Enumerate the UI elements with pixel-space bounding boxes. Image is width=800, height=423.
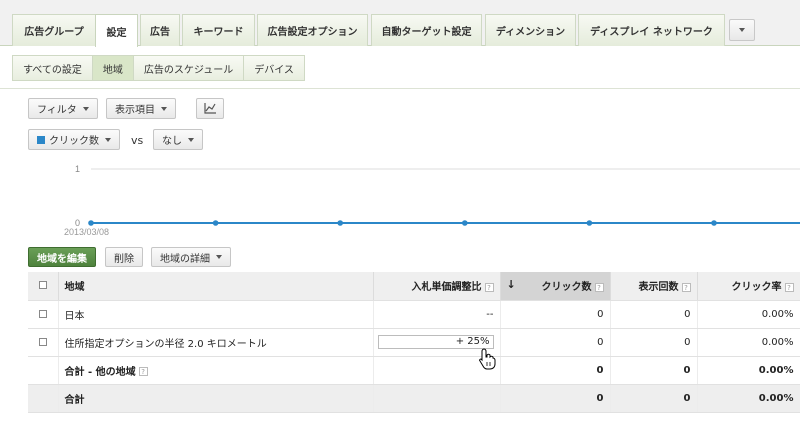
tab-keywords[interactable]: キーワード (182, 14, 255, 46)
hand-pointer-icon (479, 348, 496, 370)
total-ctr: 0.00% (697, 384, 800, 413)
select-all-cell (28, 272, 59, 301)
filter-button[interactable]: フィルタ (28, 98, 98, 119)
subtab-devices[interactable]: デバイス (243, 55, 305, 81)
bid-header-label: 入札単価調整比 (411, 282, 482, 294)
secondary-metric-label: なし (162, 136, 182, 147)
series-color-swatch (37, 135, 45, 144)
column-header-region[interactable]: 地域 (58, 272, 374, 301)
bid-adjustment-editor[interactable]: + 25% (377, 335, 494, 349)
data-point (88, 220, 94, 226)
x-tick-label: 2013/03/08 (64, 227, 109, 237)
subtab-locations[interactable]: 地域 (91, 55, 134, 81)
sort-down-arrow-icon: ↓ (506, 278, 516, 292)
help-icon[interactable]: ? (594, 282, 604, 292)
column-header-impressions[interactable]: 表示回数? (610, 272, 698, 301)
help-icon[interactable]: ? (484, 282, 494, 292)
performance-chart: 102013/03/08 (64, 164, 800, 237)
row-checkbox[interactable] (38, 309, 47, 318)
ctr-cell: 0.00% (697, 328, 800, 357)
column-header-bid-adjustment[interactable]: 入札単価調整比? (373, 272, 501, 301)
chevron-down-icon (216, 255, 222, 259)
subtotal-label: 合計 - 他の地域 (64, 366, 136, 378)
impressions-cell: 0 (610, 328, 698, 357)
total-row: 合計 0 0 0.00% (28, 384, 800, 413)
select-all-checkbox[interactable] (38, 281, 47, 290)
tab-auto-targets[interactable]: 自動ターゲット設定 (371, 14, 482, 46)
clicks-cell: 0 (500, 300, 611, 329)
subtotal-clicks: 0 (500, 356, 611, 385)
impressions-header-label: 表示回数 (638, 282, 679, 294)
primary-metric-label: クリック数 (49, 136, 99, 147)
vs-label: vs (131, 134, 144, 147)
column-header-ctr[interactable]: クリック率? (697, 272, 800, 301)
subtab-all-settings[interactable]: すべての設定 (12, 55, 93, 81)
data-point (462, 220, 468, 226)
ctr-cell: 0.00% (697, 300, 800, 329)
tab-ad-extensions[interactable]: 広告設定オプション (257, 14, 368, 46)
chevron-down-icon (161, 106, 167, 111)
primary-metric-select[interactable]: クリック数 (28, 129, 120, 150)
filter-label: フィルタ (37, 105, 77, 116)
bid-cell: -- (373, 300, 501, 329)
region-cell: 日本 (58, 300, 374, 329)
settings-subtabs: すべての設定 地域 広告のスケジュール デバイス (12, 55, 305, 81)
clicks-header-label: クリック数 (541, 282, 592, 294)
tab-settings[interactable]: 設定 (95, 14, 138, 47)
y-tick-label: 1 (75, 164, 80, 174)
subtotal-impressions: 0 (610, 356, 698, 385)
chevron-down-icon (105, 137, 111, 142)
ctr-header-label: クリック率 (731, 282, 782, 294)
data-point (337, 220, 344, 226)
column-header-clicks[interactable]: ↓ クリック数? (500, 272, 611, 301)
total-impressions: 0 (610, 384, 698, 413)
edit-locations-button[interactable]: 地域を編集 (28, 247, 96, 267)
total-clicks: 0 (500, 384, 611, 413)
chart-toggle-button[interactable] (196, 98, 224, 119)
data-point (212, 220, 219, 226)
chevron-down-icon (188, 137, 194, 142)
delete-button[interactable]: 削除 (105, 247, 143, 267)
table-row: 住所指定オプションの半径 2.0 キロメートル + 25% 0 0 0.00% (28, 328, 800, 357)
help-icon[interactable]: ? (681, 282, 691, 292)
campaign-tabs: 広告グループ 設定 広告 キーワード 広告設定オプション 自動ターゲット設定 デ… (0, 0, 800, 47)
line-chart-icon (203, 103, 216, 114)
region-cell: 住所指定オプションの半径 2.0 キロメートル (58, 328, 374, 357)
row-checkbox[interactable] (38, 337, 47, 346)
location-details-button[interactable]: 地域の詳細 (151, 247, 231, 267)
location-details-label: 地域の詳細 (160, 253, 210, 265)
total-label: 合計 (58, 384, 374, 413)
locations-table: 地域 入札単価調整比? ↓ クリック数? 表示回数? クリック率? 日本 -- 0… (28, 272, 800, 413)
subtotal-row: 合計 - 他の地域? 0 0 0.00% (28, 356, 800, 385)
columns-button[interactable]: 表示項目 (106, 98, 176, 119)
tab-display-network[interactable]: ディスプレイ ネットワーク (578, 14, 725, 46)
secondary-metric-select[interactable]: なし (153, 129, 203, 150)
more-tabs-button[interactable] (729, 19, 755, 41)
subtotal-ctr: 0.00% (697, 356, 800, 385)
table-header-row: 地域 入札単価調整比? ↓ クリック数? 表示回数? クリック率? (28, 272, 800, 301)
chevron-down-icon (739, 28, 745, 32)
tab-ad-groups[interactable]: 広告グループ (12, 14, 96, 46)
subtab-ad-schedule[interactable]: 広告のスケジュール (132, 55, 245, 81)
tab-ads[interactable]: 広告 (140, 14, 180, 46)
help-icon[interactable]: ? (138, 367, 148, 376)
tab-dimensions[interactable]: ディメンション (485, 14, 576, 46)
impressions-cell: 0 (610, 300, 698, 329)
help-icon[interactable]: ? (784, 282, 794, 292)
columns-label: 表示項目 (115, 105, 155, 116)
table-row: 日本 -- 0 0 0.00% (28, 300, 800, 329)
data-point (711, 220, 717, 226)
chevron-down-icon (82, 106, 89, 111)
region-header-label: 地域 (64, 282, 85, 294)
subtotal-label-cell: 合計 - 他の地域? (58, 356, 374, 385)
data-point (586, 220, 593, 226)
divider (0, 88, 800, 89)
clicks-cell: 0 (500, 328, 611, 357)
